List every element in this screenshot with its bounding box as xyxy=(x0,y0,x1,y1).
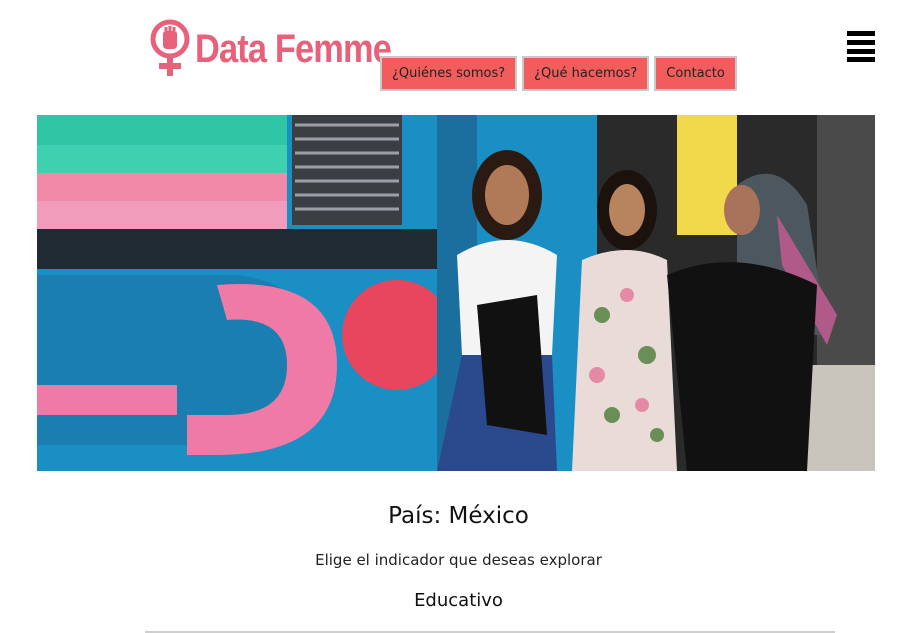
category-heading: Educativo xyxy=(414,590,503,611)
brand-name: Data Femme xyxy=(195,27,392,71)
hamburger-menu-icon[interactable] xyxy=(847,31,875,63)
nav-about-button[interactable]: ¿Quiénes somos? xyxy=(380,56,518,91)
nav-contact-button[interactable]: Contacto xyxy=(654,56,737,91)
indicator-prompt: Elige el indicador que deseas explorar xyxy=(315,551,602,569)
hero-image xyxy=(37,115,875,471)
country-heading: País: México xyxy=(388,503,529,529)
female-fist-icon xyxy=(150,19,190,76)
nav-services-button[interactable]: ¿Qué hacemos? xyxy=(522,56,650,91)
main-nav: ¿Quiénes somos? ¿Qué hacemos? Contacto xyxy=(380,56,737,91)
